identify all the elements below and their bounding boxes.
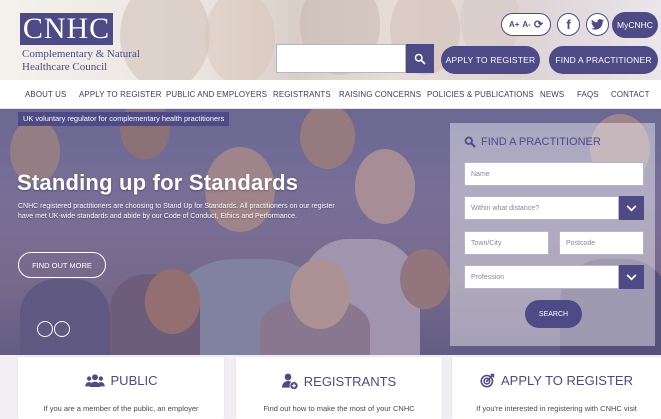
carousel-dot-1[interactable] [37, 321, 53, 337]
find-practitioner-heading-text: FIND A PRACTITIONER [481, 136, 601, 148]
registrants-card[interactable]: REGISTRANTS Find out how to make the mos… [236, 357, 442, 419]
logo-subtitle: Complementary & Natural Healthcare Counc… [22, 48, 162, 73]
search-button[interactable] [406, 44, 434, 73]
find-practitioner-panel: FIND A PRACTITIONER Name Within what dis… [450, 123, 655, 346]
profession-select[interactable]: Profession [464, 265, 619, 289]
twitter-bird-glyph [591, 19, 604, 30]
distance-chevron-glyph [626, 204, 637, 211]
facebook-icon[interactable]: f [557, 13, 580, 36]
logo-line-1: Complementary & Natural [22, 48, 140, 60]
facebook-glyph: f [566, 17, 571, 32]
text-size-controls: A+ A- ⟳ [501, 13, 551, 36]
hero-description: CNHC registered practitioners are choosi… [18, 203, 335, 220]
text-size-reset-icon[interactable]: ⟳ [534, 18, 543, 31]
find-practitioner-heading: FIND A PRACTITIONER [464, 136, 601, 148]
nav-raising-concerns[interactable]: RAISING CONCERNS [339, 90, 421, 99]
nav-public-and-employers[interactable]: PUBLIC AND EMPLOYERS [166, 90, 267, 99]
profession-chevron-glyph [626, 273, 637, 280]
text-size-increase-button[interactable]: A+ [509, 20, 519, 29]
public-card-text: If you are a member of the public, an em… [43, 404, 199, 413]
twitter-icon[interactable] [586, 13, 609, 36]
public-card[interactable]: PUBLIC If you are a member of the public… [18, 357, 224, 419]
hero-banner: UK voluntary regulator for complementary… [0, 109, 661, 355]
public-card-title-text: PUBLIC [110, 373, 158, 388]
registrants-card-title: REGISTRANTS [236, 373, 442, 389]
find-out-more-button[interactable]: FIND OUT MORE [18, 252, 106, 278]
apply-card-text: If you're interested in registering with… [476, 404, 637, 413]
distance-select[interactable]: Within what distance? [464, 196, 619, 220]
mycnhc-button[interactable]: MyCNHC [612, 12, 658, 38]
apply-to-register-button[interactable]: APPLY TO REGISTER [441, 46, 540, 74]
chevron-down-icon[interactable] [619, 265, 644, 289]
practitioner-search-button[interactable]: SEARCH [525, 300, 582, 328]
apply-card-title-text: APPLY TO REGISTER [501, 373, 633, 388]
nav-news[interactable]: NEWS [540, 90, 564, 99]
site-header: CNHC Complementary & Natural Healthcare … [0, 0, 661, 80]
text-size-decrease-button[interactable]: A- [522, 20, 530, 29]
postcode-field[interactable]: Postcode [559, 231, 644, 255]
logo-line-2: Healthcare Council [22, 60, 108, 73]
logo-mark: CNHC [22, 12, 111, 45]
chevron-down-icon[interactable] [619, 196, 644, 220]
user-add-icon [281, 373, 298, 389]
main-nav: ABOUT US APPLY TO REGISTER PUBLIC AND EM… [0, 80, 661, 109]
search-icon [414, 53, 426, 64]
nav-registrants[interactable]: REGISTRANTS [273, 90, 331, 99]
public-card-title: PUBLIC [18, 373, 224, 388]
hero-title: Standing up for Standards [17, 170, 299, 195]
logo[interactable]: CNHC [20, 13, 113, 45]
carousel-dot-2[interactable] [54, 321, 70, 337]
search-icon [464, 136, 476, 148]
nav-policies-publications[interactable]: POLICIES & PUBLICATIONS [427, 90, 534, 99]
nav-contact[interactable]: CONTACT [611, 90, 650, 99]
find-practitioner-button[interactable]: FIND A PRACTITIONER [549, 46, 658, 74]
users-icon [84, 374, 105, 387]
name-field[interactable]: Name [464, 162, 644, 186]
site-search-input[interactable] [276, 44, 406, 73]
nav-faqs[interactable]: FAQS [577, 90, 599, 99]
registrants-card-text: Find out how to make the most of your CN… [263, 404, 415, 413]
page: CNHC Complementary & Natural Healthcare … [0, 0, 661, 419]
apply-card[interactable]: APPLY TO REGISTER If you're interested i… [452, 357, 661, 419]
hero-tagline: UK voluntary regulator for complementary… [18, 112, 230, 126]
nav-apply-to-register[interactable]: APPLY TO REGISTER [79, 90, 162, 99]
town-city-field[interactable]: Town/City [464, 231, 549, 255]
nav-about-us[interactable]: ABOUT US [25, 90, 66, 99]
apply-card-title: APPLY TO REGISTER [452, 373, 661, 388]
target-icon [480, 373, 495, 388]
registrants-card-title-text: REGISTRANTS [303, 373, 397, 389]
